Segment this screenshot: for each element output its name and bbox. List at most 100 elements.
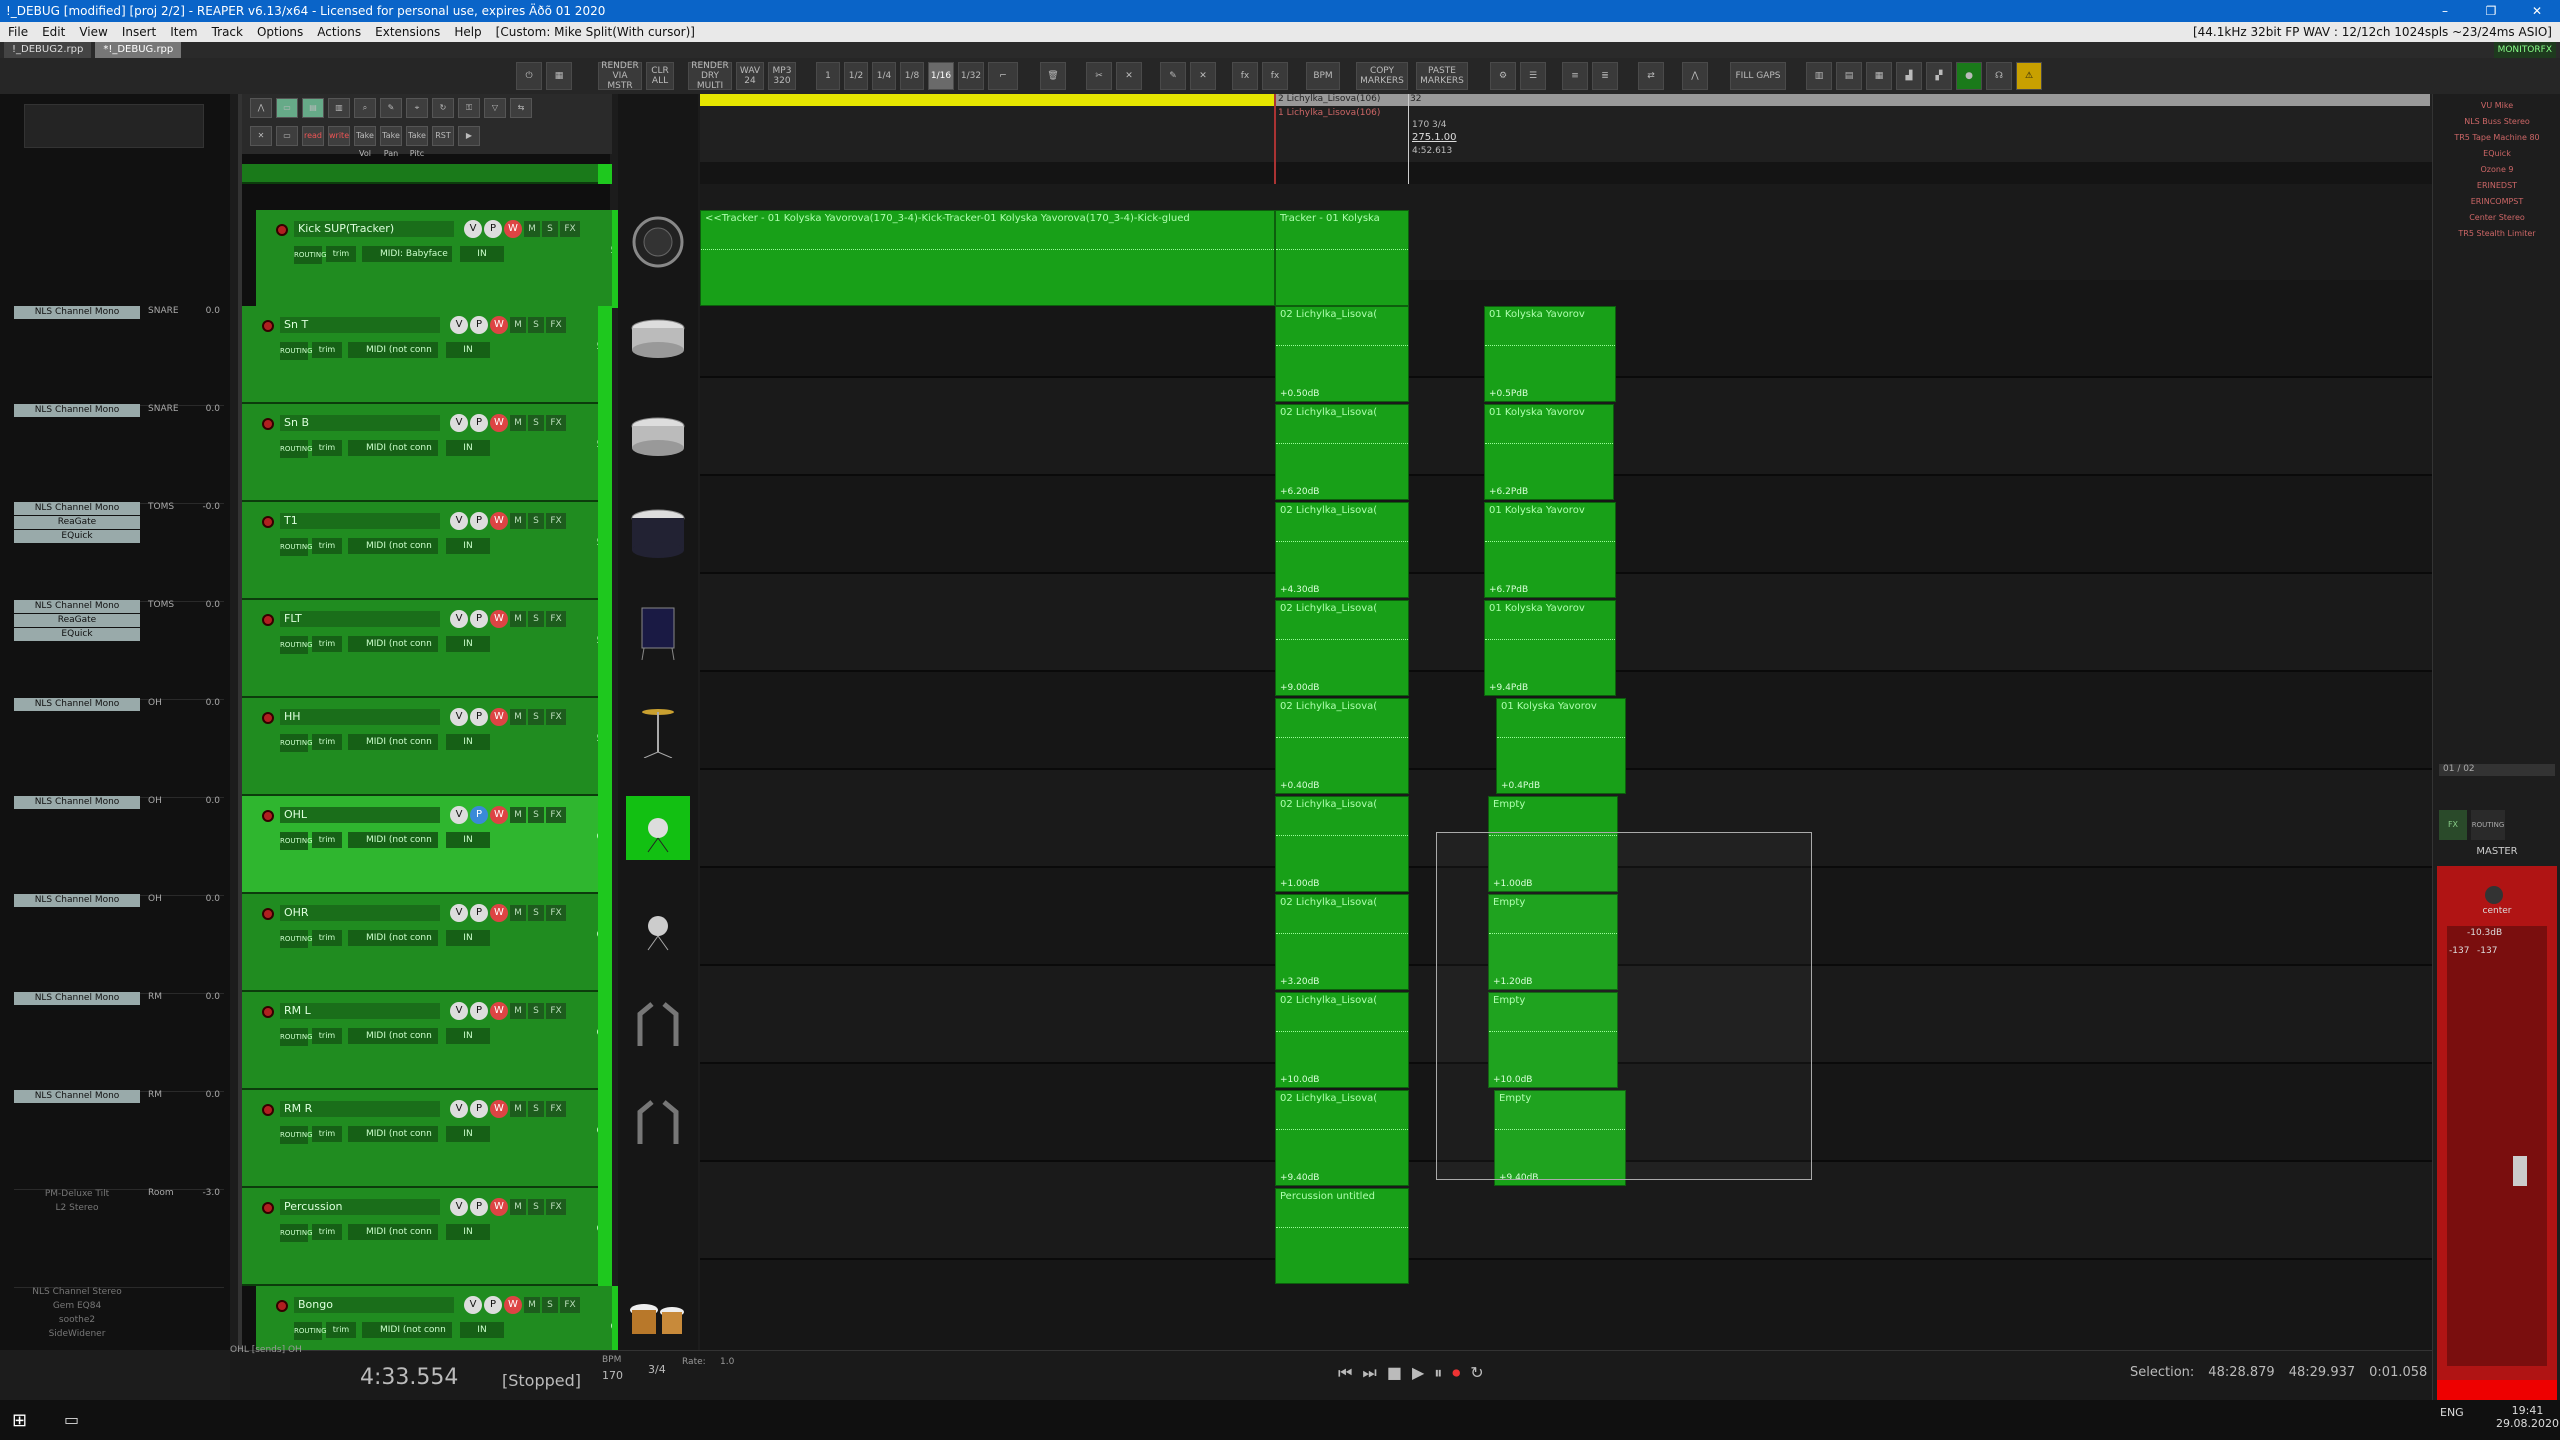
fx-list[interactable]: NLS Channel Mono — [14, 698, 140, 711]
track-lane[interactable] — [700, 1260, 2480, 1358]
wav-button[interactable]: WAV 24 — [736, 62, 764, 90]
width-button[interactable]: W — [490, 414, 508, 432]
filter-icon[interactable]: ▽ — [484, 98, 506, 118]
solo-button[interactable]: S — [528, 611, 544, 627]
volume-button[interactable]: V — [450, 316, 468, 334]
midi-input[interactable]: MIDI (not conn — [348, 636, 438, 652]
mute-button[interactable]: M — [510, 807, 526, 823]
lanes-icon[interactable]: ≣ — [1592, 62, 1618, 90]
take-vol-button[interactable]: Take Vol — [354, 126, 376, 158]
pan-button[interactable]: P — [470, 512, 488, 530]
eq-icon[interactable]: ▞ — [1926, 62, 1952, 90]
fx-button[interactable]: FX — [560, 221, 580, 237]
volume-button[interactable]: V — [450, 1002, 468, 1020]
grid-icon[interactable]: ▦ — [1866, 62, 1892, 90]
fx-slot[interactable]: soothe2 — [14, 1314, 140, 1327]
language-indicator[interactable]: ENG — [2440, 1406, 2464, 1419]
record-arm-icon[interactable]: ● — [1956, 62, 1982, 90]
trim-button[interactable]: trim — [312, 734, 342, 750]
trim-button[interactable]: trim — [312, 1224, 342, 1240]
track-5[interactable]: HH V P W M S FX ROUTING trim MIDI (not c… — [242, 698, 612, 796]
warning-icon[interactable]: ⚠ — [2016, 62, 2042, 90]
trim-button[interactable]: trim — [326, 1322, 356, 1338]
pencil-icon[interactable]: ✎ — [1160, 62, 1186, 90]
audio-item[interactable]: 02 Lichylka_Lisova(+6.20dB — [1275, 404, 1409, 500]
fx-slot[interactable]: L2 Stereo — [14, 1202, 140, 1215]
input-button[interactable]: IN — [446, 930, 490, 946]
fx-slot[interactable]: NLS Channel Mono — [14, 698, 140, 711]
fx-slot[interactable]: NLS Channel Mono — [14, 796, 140, 809]
mute-button[interactable]: M — [510, 1101, 526, 1117]
fx-icon[interactable]: fx — [1232, 62, 1258, 90]
midi-input[interactable]: MIDI (not conn — [348, 734, 438, 750]
input-button[interactable]: IN — [446, 734, 490, 750]
master-fx-slot[interactable]: Center Stereo — [2439, 210, 2555, 226]
x-icon[interactable]: ✕ — [1116, 62, 1142, 90]
audio-item[interactable]: 01 Kolyska Yavorov +6.7PdB — [1484, 502, 1616, 598]
play-icon[interactable]: ▶ — [1412, 1363, 1424, 1383]
rate-value[interactable]: 1.0 — [720, 1357, 734, 1367]
fx-list[interactable]: NLS Channel Mono — [14, 992, 140, 1005]
fx-slot[interactable]: NLS Channel Mono — [14, 992, 140, 1005]
fx-slot[interactable]: NLS Channel Mono — [14, 894, 140, 907]
settings-icon[interactable]: ⚙ — [1490, 62, 1516, 90]
play-tool-icon[interactable]: ▶ — [458, 126, 480, 146]
audio-item[interactable]: <<Tracker - 01 Kolyska Yavorova(170_3-4)… — [700, 210, 1275, 306]
envelope-tool-icon[interactable]: ⋀ — [250, 98, 272, 118]
fx-slot[interactable]: NLS Channel Mono — [14, 502, 140, 515]
record-arm-button[interactable] — [262, 1006, 274, 1018]
fx-list[interactable]: NLS Channel Stereo Gem EQ84 soothe2 SideWid… — [14, 1286, 140, 1341]
input-button[interactable]: IN — [446, 1126, 490, 1142]
mixer-page[interactable]: 01 / 02 — [2439, 764, 2555, 776]
menu-extensions[interactable]: Extensions — [375, 22, 440, 42]
fx-list[interactable]: NLS Channel Mono ReaGate EQuick — [14, 502, 140, 543]
width-button[interactable]: W — [490, 1002, 508, 1020]
width-button[interactable]: W — [490, 512, 508, 530]
close-button[interactable]: ✕ — [2514, 0, 2560, 22]
audio-item[interactable]: Percussion untitled — [1275, 1188, 1409, 1284]
fx-button[interactable]: FX — [546, 1101, 566, 1117]
pan-button[interactable]: P — [470, 414, 488, 432]
volume-button[interactable]: V — [450, 904, 468, 922]
trim-button[interactable]: trim — [312, 342, 342, 358]
audio-item[interactable]: 01 Kolyska Yavorov +6.2PdB — [1484, 404, 1614, 500]
track-0[interactable]: Kick SUP(Tracker) V P W M S FX ROUTING t… — [256, 210, 626, 308]
pan-knob[interactable] — [2485, 886, 2503, 904]
routing-button[interactable]: ROUTING — [280, 440, 313, 458]
pan-button[interactable]: P — [470, 708, 488, 726]
close-tool-icon[interactable]: ✕ — [250, 126, 272, 146]
pan-button[interactable]: P — [470, 610, 488, 628]
go-start-icon[interactable]: ⏮ — [1338, 1363, 1352, 1383]
input-button[interactable]: IN — [446, 538, 490, 554]
track-4[interactable]: FLT V P W M S FX ROUTING trim MIDI (not … — [242, 600, 612, 698]
minimize-button[interactable]: – — [2422, 0, 2468, 22]
input-button[interactable]: IN — [446, 1028, 490, 1044]
reset-button[interactable]: RST — [432, 126, 454, 146]
tab-debug[interactable]: *!_DEBUG.rpp — [95, 42, 182, 58]
tab-debug2[interactable]: !_DEBUG2.rpp — [4, 42, 92, 58]
width-button[interactable]: W — [504, 220, 522, 238]
pan-button[interactable]: P — [484, 220, 502, 238]
midi-input[interactable]: MIDI (not conn — [348, 342, 438, 358]
routing-button[interactable]: ROUTING — [280, 1224, 313, 1242]
selection-start[interactable]: 48:28.879 — [2208, 1365, 2274, 1380]
menu-custom[interactable]: [Custom: Mike Split(With cursor)] — [496, 22, 695, 42]
grid-1-8-button[interactable]: 1/8 — [900, 62, 924, 90]
bpm-value[interactable]: 170 — [602, 1369, 623, 1382]
render-dry-button[interactable]: RENDER DRY MULTI — [688, 61, 732, 91]
marker-2[interactable]: 2 Lichylka_Lisova(106) — [1278, 94, 1380, 104]
fx-slot[interactable]: ReaGate — [14, 516, 140, 529]
master-fx-slot[interactable]: Ozone 9 — [2439, 162, 2555, 178]
marker-1[interactable]: 1 Lichylka_Lisova(106) — [1278, 108, 1380, 118]
record-arm-button[interactable] — [262, 810, 274, 822]
width-button[interactable]: W — [490, 904, 508, 922]
mute-button[interactable]: M — [524, 1297, 540, 1313]
audio-item[interactable]: 02 Lichylka_Lisova(+9.00dB — [1275, 600, 1409, 696]
fx-slot[interactable]: NLS Channel Mono — [14, 404, 140, 417]
audio-item[interactable]: 01 Kolyska Yavorov +0.4PdB — [1496, 698, 1626, 794]
master-fx-slot[interactable]: EQuick — [2439, 146, 2555, 162]
grid-1-4-button[interactable]: 1/4 — [872, 62, 896, 90]
audio-item[interactable]: 02 Lichylka_Lisova(+0.50dB — [1275, 306, 1409, 402]
audio-item[interactable]: 02 Lichylka_Lisova(+0.40dB — [1275, 698, 1409, 794]
input-button[interactable]: IN — [460, 1322, 504, 1338]
